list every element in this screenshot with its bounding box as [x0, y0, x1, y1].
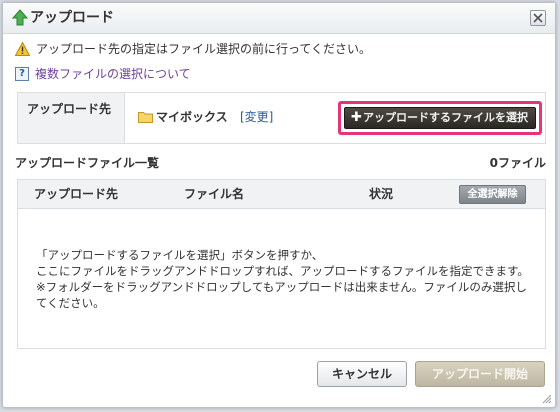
help-icon: ? [15, 67, 29, 81]
file-list-header: アップロードファイル一覧 0ファイル [15, 154, 546, 172]
destination-label-cell: アップロード先 [18, 93, 125, 143]
file-list-table[interactable]: アップロード先 ファイル名 状況 全選択解除 「アップロードするファイルを選択」… [17, 179, 546, 349]
select-files-label: アップロードするファイルを選択 [363, 111, 528, 124]
notice-text: アップロード先の指定はファイル選択の前に行ってください。 [36, 42, 372, 56]
change-destination-link[interactable]: [変更] [240, 108, 273, 126]
drop-zone-line: ここにファイルをドラッグアンドドロップすれば、アップロードするファイルを指定でき… [36, 264, 529, 278]
file-list-title: アップロードファイル一覧 [15, 156, 160, 170]
upload-destination: アップロード先 マイボックス [変更] ✚ アップロードするファイルを選択 [17, 92, 546, 144]
drop-zone-line: 「アップロードするファイルを選択」ボタンを押すか、 [36, 248, 324, 262]
multi-file-help-link[interactable]: 複数ファイルの選択について [35, 65, 191, 83]
cancel-button[interactable]: キャンセル [317, 361, 407, 387]
close-icon [533, 13, 543, 23]
destination-label: アップロード先 [27, 102, 112, 116]
upload-dialog: アップロード アップロード先の指定はファイル選択の前に行ってください。 ? 複数… [2, 2, 556, 408]
warning-icon [15, 42, 30, 56]
dialog-title: アップロード [30, 10, 114, 26]
folder-icon [138, 112, 153, 123]
start-upload-button[interactable]: アップロード開始 [415, 361, 545, 387]
file-table-header: アップロード先 ファイル名 状況 全選択解除 [18, 180, 545, 209]
clear-all-button[interactable]: 全選択解除 [459, 185, 526, 204]
upload-arrow-icon [11, 9, 29, 27]
select-files-button[interactable]: ✚ アップロードするファイルを選択 [344, 107, 536, 129]
select-files-highlight: ✚ アップロードするファイルを選択 [338, 101, 542, 135]
drop-zone-line: ※フォルダーをドラッグアンドドロップしてもアップロードは出来ません。ファイルのみ… [36, 280, 527, 310]
resize-grip-icon[interactable] [542, 394, 552, 404]
column-status: 状況 [369, 187, 394, 201]
column-destination: アップロード先 [34, 187, 119, 201]
drop-zone-message: 「アップロードするファイルを選択」ボタンを押すか、 ここにファイルをドラッグアン… [36, 247, 536, 311]
plus-icon: ✚ [351, 110, 362, 125]
file-count: 0ファイル [489, 156, 546, 170]
column-filename: ファイル名 [184, 187, 245, 201]
dialog-titlebar[interactable]: アップロード [3, 3, 555, 34]
close-button[interactable] [530, 10, 546, 26]
destination-folder-name: マイボックス [156, 110, 228, 124]
